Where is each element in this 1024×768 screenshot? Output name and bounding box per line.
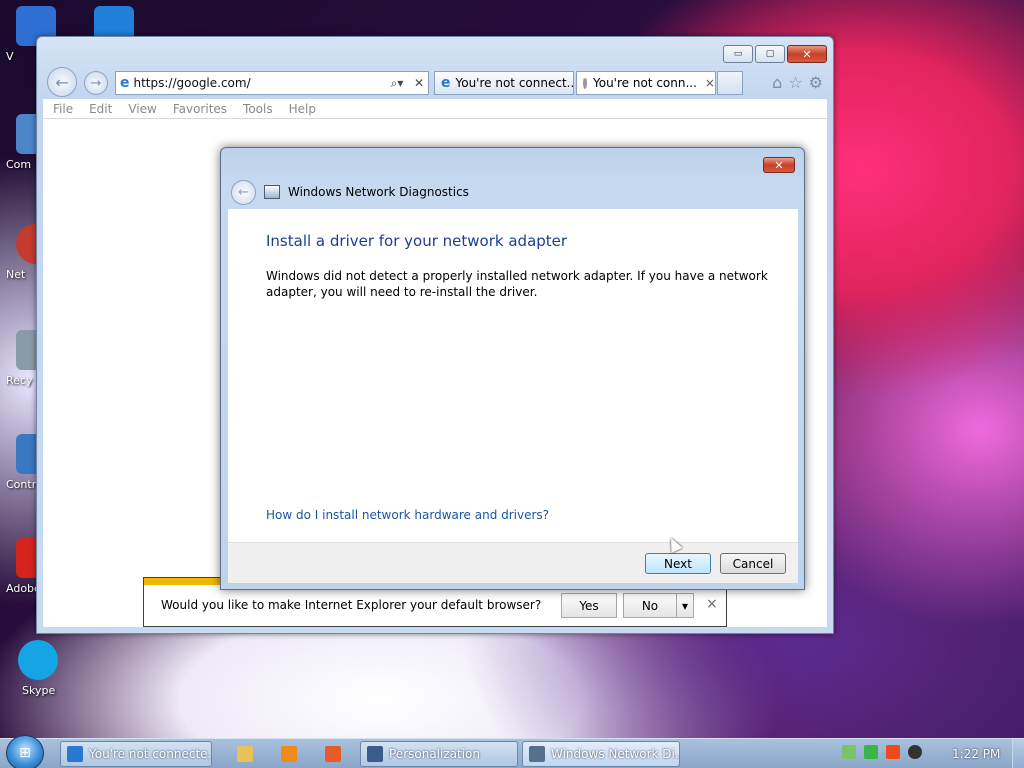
taskbar-button-label: Windows Network Di... [551, 747, 680, 761]
personalization-icon [367, 746, 383, 762]
notification-accent [144, 578, 222, 585]
settings-gear-icon[interactable]: ⚙ [809, 73, 823, 92]
taskbar-pinned-explorer[interactable] [226, 741, 264, 767]
taskbar-button-personalization[interactable]: Personalization [360, 741, 518, 767]
taskbar-button-network-diagnostics[interactable]: Windows Network Di... [522, 741, 680, 767]
volume-icon[interactable] [908, 745, 922, 759]
desktop-icon-skype[interactable]: Skype [12, 640, 72, 697]
window-controls: ▭ ▢ ✕ [723, 45, 827, 63]
dialog-body: Install a driver for your network adapte… [228, 209, 798, 542]
menu-favorites[interactable]: Favorites [173, 102, 227, 116]
taskbar-button-ie[interactable]: You're not connecte... [60, 741, 212, 767]
favorites-star-icon[interactable]: ☆ [788, 73, 802, 92]
media-player-icon [281, 746, 297, 762]
network-diagnostics-icon [264, 185, 280, 199]
next-button[interactable]: Next [645, 553, 711, 574]
new-tab-button[interactable] [717, 71, 743, 95]
taskbar-button-label: Personalization [389, 747, 480, 761]
toolbar-icons: ⌂ ☆ ⚙ [772, 73, 823, 92]
stop-button[interactable]: ✕ [410, 76, 428, 90]
menu-file[interactable]: File [53, 102, 73, 116]
app-icon [325, 746, 341, 762]
skype-icon [18, 640, 58, 680]
internet-explorer-icon [67, 746, 83, 762]
taskbar-button-label: You're not connecte... [89, 747, 212, 761]
clock[interactable]: 1:22 PM [952, 747, 1000, 761]
back-button[interactable]: ← [47, 67, 77, 97]
address-text[interactable]: https://google.com/ [134, 76, 385, 90]
internet-explorer-icon: e [120, 75, 130, 91]
tab-title: You're not connect... [455, 76, 574, 90]
internet-explorer-icon: e [441, 75, 451, 91]
maximize-button[interactable]: ▢ [755, 45, 785, 63]
desktop-icon-label: Skype [22, 684, 56, 697]
dialog-footer: Next Cancel [228, 542, 798, 583]
close-button[interactable]: ✕ [787, 45, 827, 63]
tab-close-button[interactable]: × [705, 76, 715, 90]
tab-1[interactable]: e You're not connect... [434, 71, 574, 95]
network-diagnostics-icon [529, 746, 545, 762]
taskbar: ⊞ You're not connecte... Personalization… [0, 735, 1024, 768]
flag-icon[interactable] [886, 745, 900, 759]
minimize-button[interactable]: ▭ [723, 45, 753, 63]
network-diagnostics-dialog: ✕ ← Windows Network Diagnostics Install … [220, 147, 805, 590]
dialog-heading: Install a driver for your network adapte… [266, 232, 568, 250]
dialog-back-button[interactable]: ← [231, 180, 256, 205]
start-button[interactable]: ⊞ [6, 735, 44, 768]
dialog-title: Windows Network Diagnostics [288, 185, 469, 199]
help-link[interactable]: How do I install network hardware and dr… [266, 508, 549, 522]
tab-title: You're not conn... [593, 76, 697, 90]
menu-view[interactable]: View [128, 102, 156, 116]
dialog-close-button[interactable]: ✕ [763, 157, 795, 173]
notification-close-button[interactable]: × [706, 596, 718, 612]
yes-button[interactable]: Yes [561, 593, 617, 618]
action-center-icon[interactable] [842, 745, 856, 759]
forward-button[interactable]: → [84, 71, 108, 95]
loading-spinner-icon [583, 77, 587, 89]
address-bar[interactable]: e https://google.com/ ⌕▾ ✕ [115, 71, 429, 95]
dialog-message: Windows did not detect a properly instal… [266, 269, 768, 299]
taskbar-pinned-media[interactable] [270, 741, 308, 767]
show-desktop-button[interactable] [1012, 739, 1024, 768]
system-tray [842, 745, 922, 759]
no-dropdown-button[interactable]: ▾ [676, 593, 694, 618]
file-explorer-icon [237, 746, 253, 762]
no-button[interactable]: No [623, 593, 677, 618]
search-dropdown-button[interactable]: ⌕▾ [384, 76, 410, 91]
back-arrow-icon: ← [238, 185, 249, 200]
network-icon[interactable] [864, 745, 878, 759]
menu-bar: File Edit View Favorites Tools Help [43, 99, 827, 119]
forward-arrow-icon: → [90, 75, 102, 91]
taskbar-pinned-app[interactable] [314, 741, 352, 767]
home-icon[interactable]: ⌂ [772, 73, 782, 92]
menu-tools[interactable]: Tools [243, 102, 273, 116]
back-arrow-icon: ← [55, 72, 69, 92]
menu-help[interactable]: Help [289, 102, 316, 116]
menu-edit[interactable]: Edit [89, 102, 112, 116]
cancel-button[interactable]: Cancel [720, 553, 786, 574]
tab-2[interactable]: You're not conn... × [576, 71, 716, 95]
notification-message: Would you like to make Internet Explorer… [161, 598, 542, 612]
